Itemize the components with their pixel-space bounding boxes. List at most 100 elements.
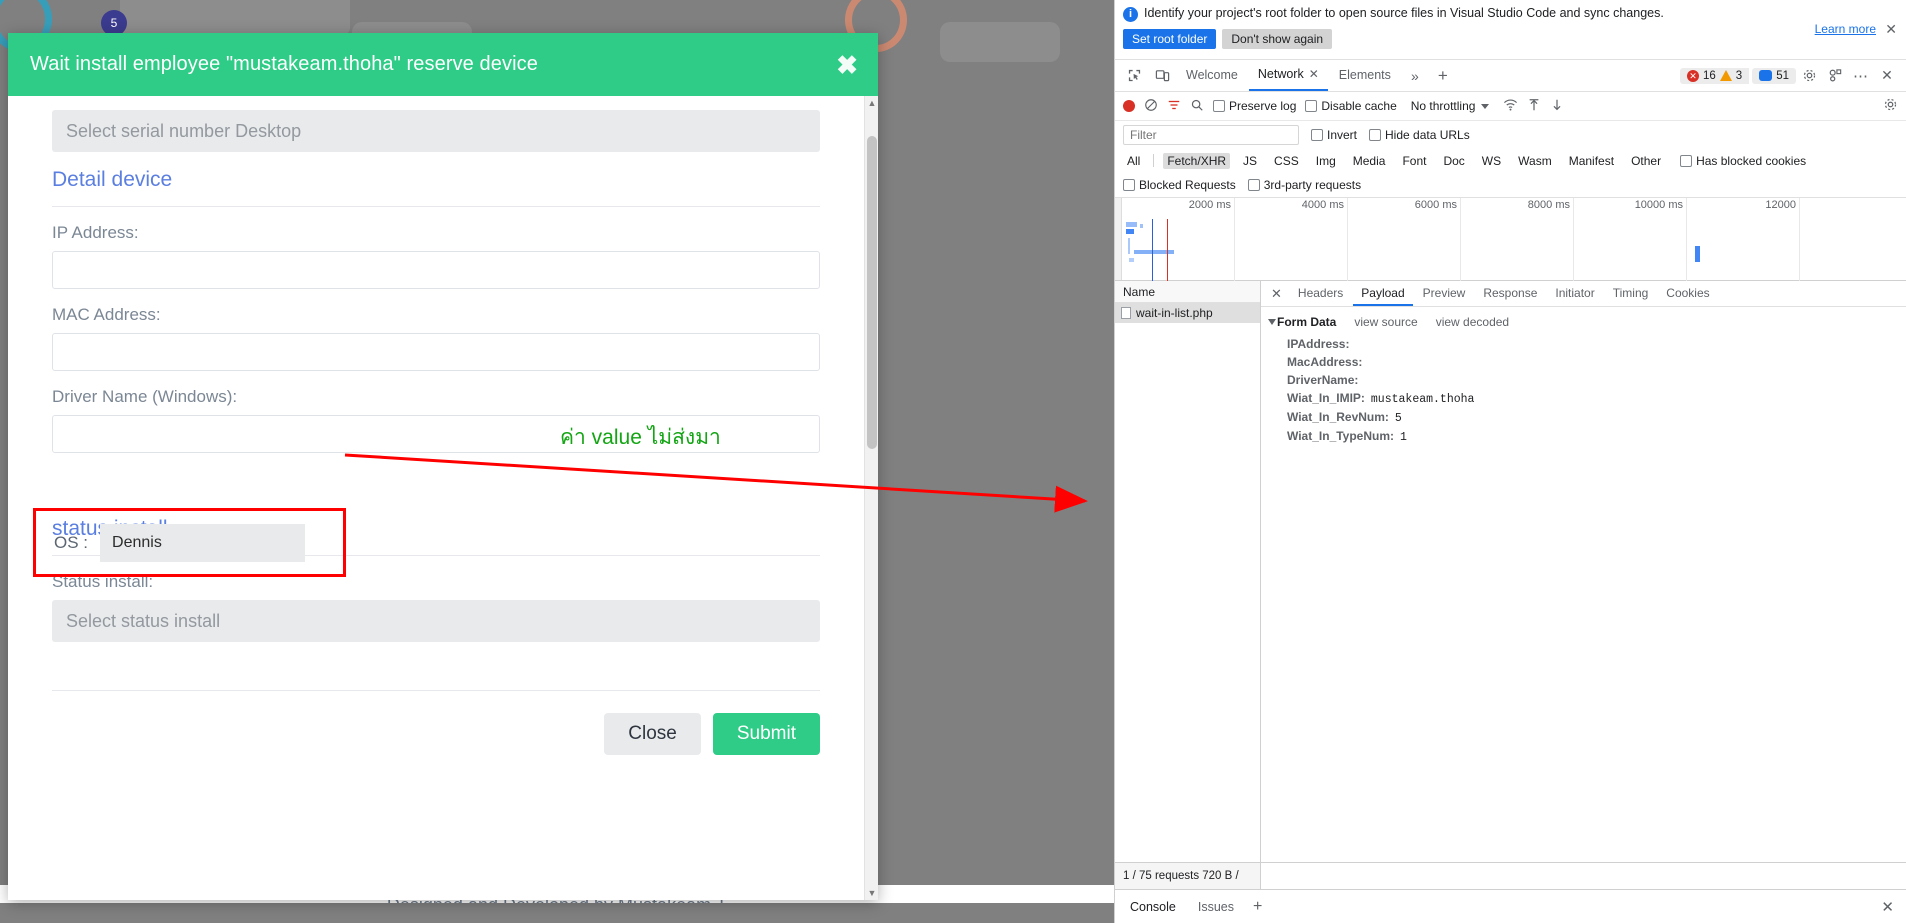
dont-show-again-button[interactable]: Don't show again (1222, 29, 1333, 49)
record-stop-icon[interactable] (1123, 100, 1135, 112)
tab-headers[interactable]: Headers (1290, 281, 1351, 306)
checkbox-box (1369, 128, 1382, 141)
scroll-up-icon[interactable]: ▲ (865, 96, 878, 110)
plus-icon[interactable]: + (1247, 898, 1268, 916)
type-chip-css[interactable]: CSS (1270, 153, 1303, 169)
type-chip-all[interactable]: All (1123, 153, 1144, 169)
has-blocked-cookies-label: Has blocked cookies (1696, 153, 1807, 168)
clear-network-icon[interactable] (1144, 98, 1158, 115)
search-icon[interactable] (1190, 98, 1204, 115)
payload-key: IPAddress: (1287, 337, 1350, 351)
mac-address-input[interactable] (52, 333, 820, 371)
tab-initiator[interactable]: Initiator (1547, 281, 1602, 306)
overview-request-bar (1128, 238, 1130, 254)
close-devtools-icon[interactable]: ✕ (1874, 64, 1900, 88)
form-data-toggle[interactable]: Form Data (1268, 315, 1337, 329)
error-warning-counter[interactable]: ✕ 16 3 (1680, 67, 1750, 84)
type-chip-fetch-xhr[interactable]: Fetch/XHR (1163, 152, 1231, 169)
drawer-tab-console[interactable]: Console (1121, 896, 1185, 918)
bg-card (940, 22, 1060, 62)
type-chip-font[interactable]: Font (1398, 153, 1430, 169)
export-har-icon[interactable] (1550, 98, 1564, 115)
network-settings-icon[interactable] (1883, 97, 1898, 115)
blocked-requests-checkbox[interactable]: Blocked Requests (1123, 178, 1236, 192)
requests-summary: 1 / 75 requests 720 B / (1115, 863, 1261, 889)
type-chip-js[interactable]: JS (1239, 153, 1261, 169)
throttling-dropdown[interactable]: No throttling (1406, 97, 1495, 115)
submit-button[interactable]: Submit (712, 713, 820, 755)
customize-devtools-icon[interactable] (1822, 64, 1848, 88)
section-detail-device[interactable]: Detail device (52, 168, 820, 192)
settings-gear-icon[interactable] (1796, 64, 1822, 88)
plus-icon[interactable]: + (1430, 64, 1456, 88)
scroll-down-icon[interactable]: ▼ (865, 886, 878, 900)
type-chip-ws[interactable]: WS (1478, 153, 1505, 169)
tab-response[interactable]: Response (1475, 281, 1545, 306)
view-decoded-link[interactable]: view decoded (1436, 315, 1509, 329)
type-chip-img[interactable]: Img (1312, 153, 1340, 169)
chevrons-right-icon[interactable]: » (1402, 64, 1428, 88)
tab-network[interactable]: Network ✕ (1248, 60, 1328, 91)
checkbox-box (1311, 128, 1323, 141)
message-counter[interactable]: 51 (1752, 67, 1796, 84)
close-button[interactable]: Close (604, 713, 701, 755)
error-count: 16 (1703, 69, 1716, 82)
overview-tick-label: 10000 ms (1634, 199, 1683, 211)
device-toolbar-icon[interactable] (1149, 64, 1175, 88)
type-chip-manifest[interactable]: Manifest (1565, 153, 1618, 169)
os-select[interactable]: Dennis (100, 523, 306, 562)
tab-timing[interactable]: Timing (1605, 281, 1657, 306)
close-detail-icon[interactable]: ✕ (1265, 286, 1288, 302)
overview-tick-label: 2000 ms (1188, 199, 1231, 211)
modal-scrollbar[interactable]: ▲ ▼ (864, 96, 878, 900)
payload-value: 5 (1394, 412, 1402, 425)
status-install-select[interactable]: Select status install (52, 600, 820, 642)
form-data-title: Form Data (1277, 315, 1337, 329)
tab-payload[interactable]: Payload (1353, 281, 1413, 306)
hide-data-urls-checkbox[interactable]: Hide data URLs (1369, 128, 1470, 142)
throttling-value: No throttling (1410, 99, 1476, 113)
divider (1153, 154, 1155, 167)
tab-welcome[interactable]: Welcome (1177, 60, 1247, 91)
type-chip-wasm[interactable]: Wasm (1514, 153, 1556, 169)
filter-icon[interactable] (1167, 98, 1181, 115)
request-row[interactable]: wait-in-list.php (1115, 303, 1260, 323)
more-options-icon[interactable]: ⋯ (1848, 64, 1874, 88)
tab-elements[interactable]: Elements (1330, 60, 1400, 91)
scrollbar-thumb[interactable] (867, 136, 877, 449)
blocked-requests-label: Blocked Requests (1139, 178, 1236, 192)
close-icon[interactable]: ✕ (1885, 21, 1897, 38)
drawer-tab-issues[interactable]: Issues (1189, 896, 1243, 918)
has-blocked-cookies-checkbox[interactable]: Has blocked cookies (1680, 154, 1806, 168)
network-conditions-icon[interactable] (1503, 97, 1518, 115)
tab-preview[interactable]: Preview (1415, 281, 1474, 306)
close-icon[interactable]: ✖ (836, 52, 858, 78)
close-icon[interactable]: ✕ (1881, 898, 1900, 916)
divider (52, 206, 820, 207)
learn-more-link[interactable]: Learn more (1815, 22, 1876, 36)
request-list-header[interactable]: Name (1115, 281, 1260, 303)
third-party-requests-checkbox[interactable]: 3rd-party requests (1247, 178, 1362, 192)
ip-address-input[interactable] (52, 251, 820, 289)
resource-type-row: All Fetch/XHR JS CSS Img Media Font Doc … (1115, 148, 1906, 173)
payload-row: Wiat_In_RevNum: 5 (1269, 408, 1898, 427)
preserve-log-checkbox[interactable]: Preserve log (1213, 99, 1296, 113)
invert-checkbox[interactable]: Invert (1311, 128, 1357, 142)
disable-cache-checkbox[interactable]: Disable cache (1305, 99, 1397, 113)
payload-value: mustakeam.thoha (1370, 393, 1475, 406)
third-party-requests-label: 3rd-party requests (1263, 178, 1362, 192)
type-chip-doc[interactable]: Doc (1439, 153, 1468, 169)
import-har-icon[interactable] (1527, 98, 1541, 115)
warning-icon (1719, 70, 1732, 81)
view-source-link[interactable]: view source (1354, 315, 1417, 329)
close-tab-icon[interactable]: ✕ (1309, 63, 1319, 86)
set-root-folder-button[interactable]: Set root folder (1123, 29, 1217, 49)
tab-cookies[interactable]: Cookies (1658, 281, 1717, 306)
network-overview-timeline[interactable]: 2000 ms 4000 ms 6000 ms 8000 ms 10000 ms… (1115, 198, 1906, 281)
type-chip-other[interactable]: Other (1627, 153, 1665, 169)
filter-input[interactable] (1123, 124, 1299, 145)
inspect-element-icon[interactable] (1121, 64, 1147, 88)
type-chip-media[interactable]: Media (1349, 153, 1390, 169)
serial-number-select[interactable]: Select serial number Desktop (52, 110, 820, 152)
checkbox-box (1123, 179, 1135, 191)
